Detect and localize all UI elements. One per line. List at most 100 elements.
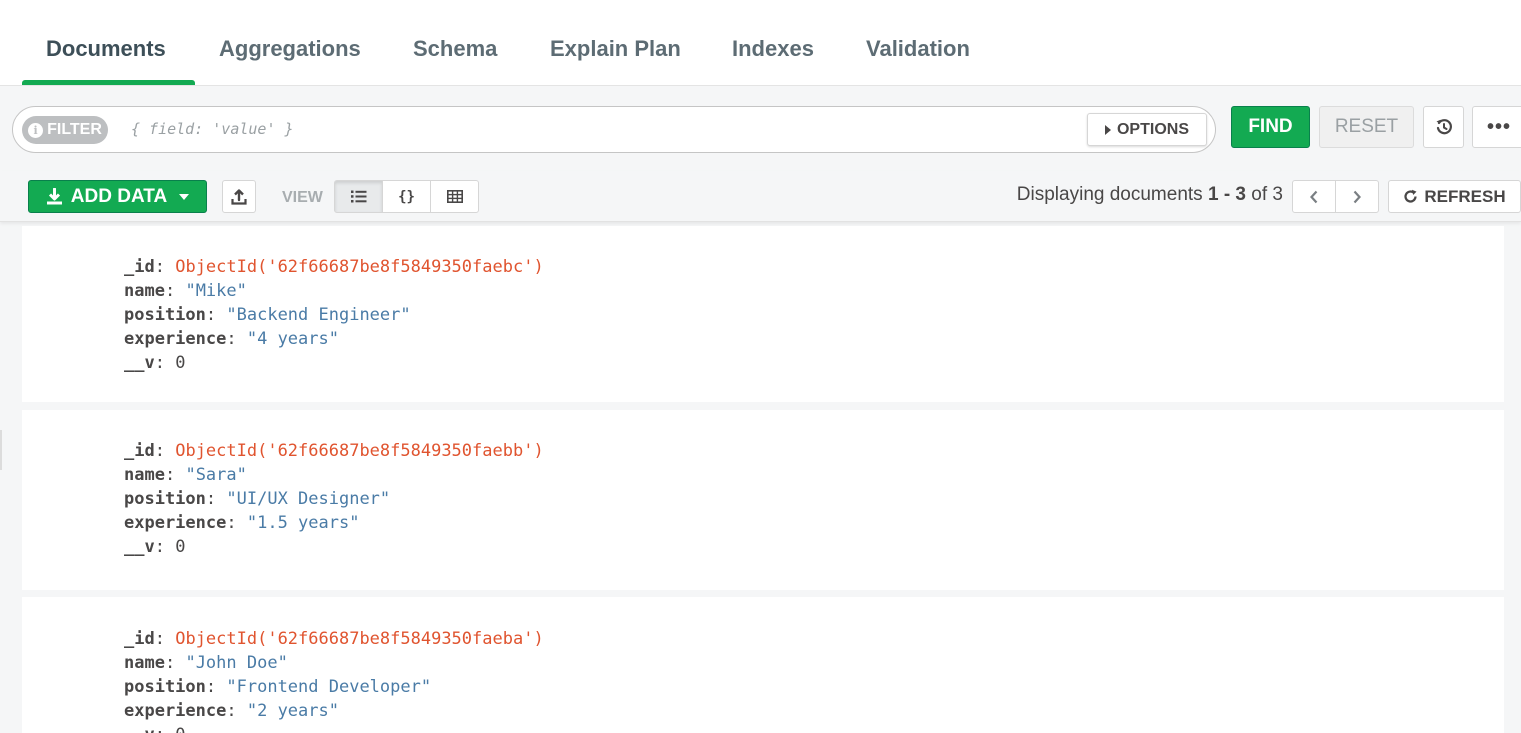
key-separator: :	[205, 489, 217, 509]
key-separator: :	[205, 305, 217, 325]
key-separator: :	[226, 329, 237, 349]
field-value-number: 0	[175, 353, 186, 373]
field-key: position	[124, 489, 206, 509]
tab-aggregations[interactable]: Aggregations	[219, 36, 361, 62]
refresh-label: REFRESH	[1424, 186, 1506, 206]
tab-documents[interactable]: Documents	[46, 36, 166, 62]
field-key: _id	[124, 629, 155, 649]
field-position: position: "UI/UX Designer"	[124, 487, 544, 511]
document-card[interactable]: _id: ObjectId('62f66687be8f5849350faebb'…	[22, 410, 1504, 590]
key-separator: :	[154, 441, 165, 461]
field-experience: experience: "1.5 years"	[124, 511, 544, 535]
json-view-button[interactable]: {}	[382, 180, 431, 213]
previous-page-button[interactable]	[1292, 180, 1336, 213]
field-value-objectid: ObjectId('62f66687be8f5849350faebb')	[175, 441, 544, 461]
history-icon	[1436, 119, 1452, 135]
tab-validation[interactable]: Validation	[866, 36, 970, 62]
field-position: position: "Frontend Developer"	[124, 675, 544, 699]
active-tab-indicator	[22, 80, 195, 85]
field-value-string: "John Doe"	[185, 653, 288, 673]
field-key: position	[124, 305, 206, 325]
total-count: 3	[1272, 184, 1283, 205]
export-collection-button[interactable]	[222, 180, 256, 213]
document-fields: _id: ObjectId('62f66687be8f5849350faebc'…	[124, 255, 544, 375]
key-separator: :	[226, 701, 237, 721]
document-count-status: Displaying documents 1 - 3 of 3	[1017, 184, 1283, 206]
tab-explain-plan[interactable]: Explain Plan	[550, 36, 681, 62]
field-value-string: "4 years"	[246, 329, 339, 349]
filter-label-pill: i FILTER	[22, 116, 108, 144]
field-value-number: 0	[175, 537, 186, 557]
key-separator: :	[154, 629, 165, 649]
filter-input[interactable]: i FILTER { field: 'value' } OPTIONS	[12, 106, 1216, 153]
list-icon	[350, 190, 366, 203]
key-separator: :	[205, 677, 217, 697]
options-button[interactable]: OPTIONS	[1087, 113, 1207, 146]
key-separator: :	[226, 513, 237, 533]
key-separator: :	[154, 353, 165, 373]
field-key: experience	[124, 329, 227, 349]
filter-label: FILTER	[47, 121, 102, 138]
field-key: __v	[124, 725, 155, 733]
field-key: _id	[124, 257, 155, 277]
field-version: __v: 0	[124, 723, 544, 733]
field-id: _id: ObjectId('62f66687be8f5849350faebc'…	[124, 255, 544, 279]
download-icon	[46, 188, 62, 205]
document-card[interactable]: _id: ObjectId('62f66687be8f5849350faeba'…	[22, 597, 1504, 733]
range-start: 1	[1207, 184, 1219, 205]
table-icon	[446, 190, 463, 203]
document-fields: _id: ObjectId('62f66687be8f5849350faeba'…	[124, 627, 544, 733]
field-value-string: "Mike"	[185, 281, 247, 301]
tab-indexes[interactable]: Indexes	[732, 36, 814, 62]
upload-icon	[231, 188, 247, 205]
field-name: name: "John Doe"	[124, 651, 544, 675]
field-name: name: "Sara"	[124, 463, 544, 487]
of-word: of	[1251, 184, 1268, 205]
table-view-button[interactable]	[430, 180, 479, 213]
next-page-button[interactable]	[1335, 180, 1379, 213]
tab-bar: Documents Aggregations Schema Explain Pl…	[0, 0, 1521, 86]
field-position: position: "Backend Engineer"	[124, 303, 544, 327]
refresh-button[interactable]: REFRESH	[1388, 180, 1521, 213]
field-value-string: "1.5 years"	[246, 513, 360, 533]
field-value-string: "Frontend Developer"	[226, 677, 432, 697]
field-name: name: "Mike"	[124, 279, 544, 303]
field-key: experience	[124, 701, 227, 721]
scroll-edge-marker	[0, 430, 2, 470]
view-label: VIEW	[282, 189, 323, 206]
field-key: __v	[124, 353, 155, 373]
find-button[interactable]: FIND	[1231, 106, 1310, 148]
field-key: experience	[124, 513, 227, 533]
key-separator: :	[164, 465, 176, 485]
key-separator: :	[164, 281, 176, 301]
caret-down-icon	[179, 193, 190, 200]
field-version: __v: 0	[124, 351, 544, 375]
field-version: __v: 0	[124, 535, 544, 559]
key-separator: :	[155, 725, 165, 733]
caret-right-icon	[1104, 124, 1111, 135]
key-separator: :	[154, 537, 165, 557]
field-value-number: 0	[175, 725, 185, 733]
field-id: _id: ObjectId('62f66687be8f5849350faeba'…	[124, 627, 544, 651]
view-switcher: {}	[334, 180, 479, 213]
reset-button[interactable]: RESET	[1319, 106, 1414, 148]
field-value-objectid: ObjectId('62f66687be8f5849350faeba')	[175, 629, 544, 649]
field-key: name	[124, 281, 165, 301]
more-options-button[interactable]: •••	[1472, 106, 1521, 148]
key-separator: :	[164, 653, 176, 673]
filter-placeholder: { field: 'value' }	[131, 120, 294, 138]
range-separator: -	[1223, 184, 1231, 205]
documents-toolbar: ADD DATA VIEW {} Displaying documents 1 …	[0, 171, 1521, 222]
add-data-button[interactable]: ADD DATA	[28, 180, 207, 213]
info-icon: i	[28, 122, 44, 138]
options-label: OPTIONS	[1116, 120, 1189, 138]
document-card[interactable]: _id: ObjectId('62f66687be8f5849350faebc'…	[22, 226, 1504, 402]
tab-schema[interactable]: Schema	[413, 36, 497, 62]
list-view-button[interactable]	[334, 180, 383, 213]
field-key: name	[124, 653, 165, 673]
query-history-button[interactable]	[1423, 106, 1464, 148]
refresh-icon	[1404, 189, 1417, 203]
add-data-label: ADD DATA	[70, 185, 168, 207]
chevron-left-icon	[1310, 190, 1318, 203]
chevron-right-icon	[1353, 190, 1361, 203]
